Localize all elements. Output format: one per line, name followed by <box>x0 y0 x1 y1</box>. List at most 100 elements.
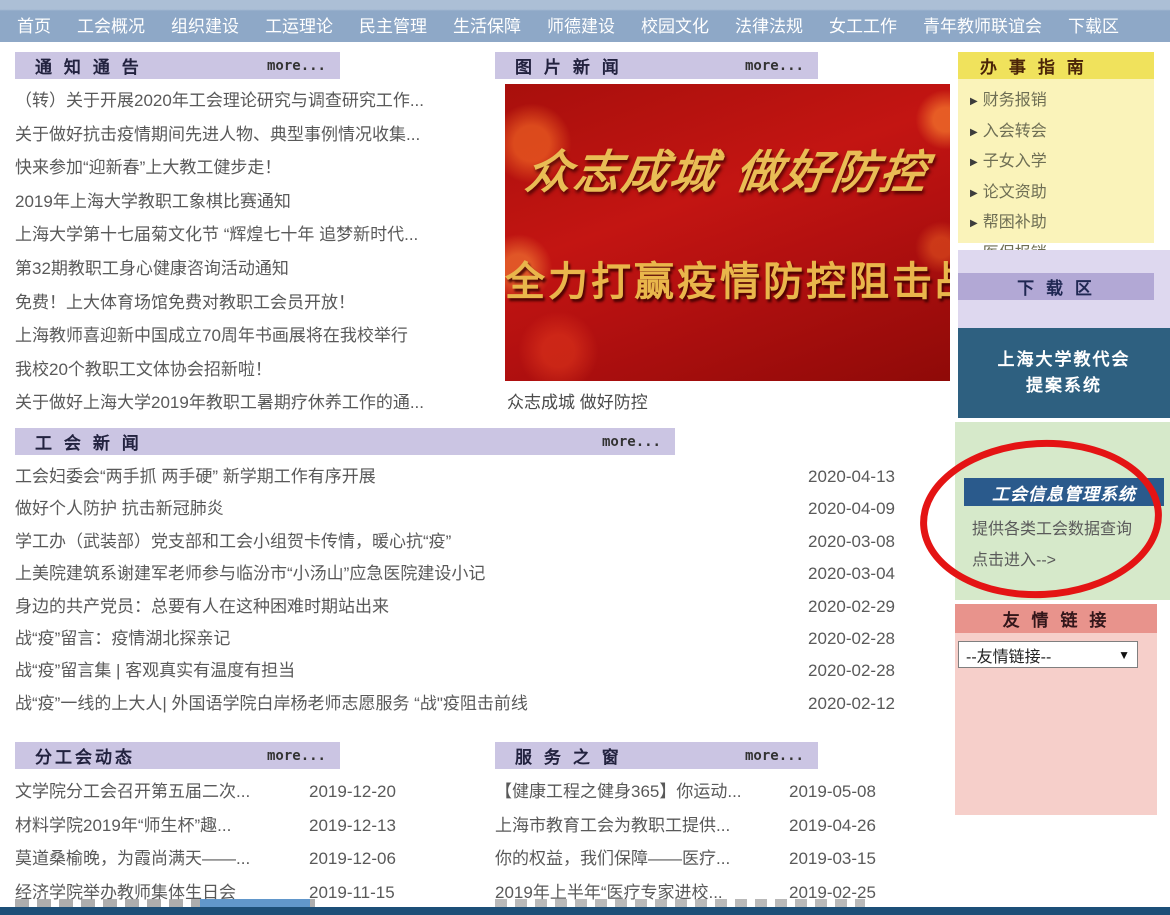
union-news-more-link[interactable]: more... <box>602 434 661 450</box>
nav-item-downloads[interactable]: 下载区 <box>1055 12 1132 37</box>
notice-link[interactable]: 第32期教职工身心健康咨询活动通知 <box>15 252 493 286</box>
notice-link[interactable]: （转）关于开展2020年工会理论研究与调查研究工作... <box>15 84 493 118</box>
service-window-list: 【健康工程之健身365】你运动... 2019-05-08 上海市教育工会为教职… <box>495 775 893 909</box>
news-link[interactable]: 文学院分工会召开第五届二次... <box>15 775 291 809</box>
news-link[interactable]: 做好个人防护 抗击新冠肺炎 <box>15 493 783 525</box>
nav-item-women[interactable]: 女工工作 <box>816 12 910 37</box>
news-row: 材料学院2019年“师生杯”趣... 2019-12-13 <box>15 809 407 843</box>
news-date: 2019-11-15 <box>309 876 405 910</box>
bullet-arrow-icon: ▶ <box>970 157 978 168</box>
news-row: 你的权益，我们保障——医疗... 2019-03-15 <box>495 842 893 876</box>
branch-news-list: 文学院分工会召开第五届二次... 2019-12-20 材料学院2019年“师生… <box>15 775 407 909</box>
news-date: 2019-12-13 <box>309 809 405 843</box>
photo-news-more-link[interactable]: more... <box>745 58 804 74</box>
nav-item-home[interactable]: 首页 <box>4 12 64 37</box>
news-link[interactable]: 身边的共产党员：总要有人在这种困难时期站出来 <box>15 591 783 623</box>
banner-slogan-line1: 众志成城 做好防控 <box>505 136 950 202</box>
branch-news-more-link[interactable]: more... <box>267 748 326 764</box>
news-row: 莫道桑榆晚，为霞尚满天——... 2019-12-06 <box>15 842 407 876</box>
notices-more-link[interactable]: more... <box>267 58 326 74</box>
guide-item-membership[interactable]: ▶ 入会转会 <box>958 117 1154 148</box>
notices-list: （转）关于开展2020年工会理论研究与调查研究工作... 关于做好抗击疫情期间先… <box>15 84 493 420</box>
notice-link[interactable]: 我校20个教职工文体协会招新啦！ <box>15 353 493 387</box>
news-row: 身边的共产党员：总要有人在这种困难时期站出来 2020-02-29 <box>15 591 895 623</box>
dropdown-selected-value: --友情链接-- <box>966 643 1051 667</box>
guide-item-hardship-aid[interactable]: ▶帮困补助 <box>958 208 1154 239</box>
news-link[interactable]: 工会妇委会“两手抓 两手硬” 新学期工作有序开展 <box>15 461 783 493</box>
news-row: 上美院建筑系谢建军老师参与临汾市“小汤山”应急医院建设小记 2020-03-04 <box>15 558 895 590</box>
news-date: 2020-02-12 <box>795 688 895 720</box>
proposal-system-line1: 上海大学教代会 <box>998 347 1131 373</box>
friend-links-dropdown[interactable]: --友情链接-- ▼ <box>958 641 1138 668</box>
guide-item-children-school[interactable]: ▶子女入学 <box>958 147 1154 178</box>
service-window-more-link[interactable]: more... <box>745 748 804 764</box>
clipped-text-row <box>495 899 865 907</box>
download-box: 下 载 区 <box>958 250 1170 328</box>
guide-item-finance[interactable]: ▶财务报销 <box>958 86 1154 117</box>
nav-item-law[interactable]: 法律法规 <box>722 12 816 37</box>
nav-item-theory[interactable]: 工运理论 <box>252 12 346 37</box>
branch-news-header: 分工会动态 more... <box>15 742 340 769</box>
union-news-list: 工会妇委会“两手抓 两手硬” 新学期工作有序开展 2020-04-13 做好个人… <box>15 461 895 720</box>
notice-link[interactable]: 免费！上大体育场馆免费对教职工会员开放！ <box>15 286 493 320</box>
notice-link[interactable]: 关于做好上海大学2019年教职工暑期疗休养工作的通... <box>15 386 493 420</box>
notice-link[interactable]: 关于做好抗击疫情期间先进人物、典型事例情况收集... <box>15 118 493 152</box>
news-date: 2020-03-08 <box>795 526 895 558</box>
bullet-arrow-icon: ▶ <box>970 96 978 107</box>
footer-bar <box>0 907 1170 915</box>
nav-item-organization[interactable]: 组织建设 <box>158 12 252 37</box>
notice-link[interactable]: 2019年上海大学教职工象棋比赛通知 <box>15 185 493 219</box>
news-link[interactable]: 战“疫”一线的上大人| 外国语学院白岸杨老师志愿服务 “战"疫阻击前线 <box>15 688 783 720</box>
news-link[interactable]: 你的权益，我们保障——医疗... <box>495 842 771 876</box>
download-header[interactable]: 下 载 区 <box>958 273 1154 300</box>
news-row: 工会妇委会“两手抓 两手硬” 新学期工作有序开展 2020-04-13 <box>15 461 895 493</box>
nav-item-overview[interactable]: 工会概况 <box>64 12 158 37</box>
nav-item-welfare[interactable]: 生活保障 <box>440 12 534 37</box>
guide-item-label: 论文资助 <box>983 184 1047 201</box>
news-row: 战“疫”一线的上大人| 外国语学院白岸杨老师志愿服务 “战"疫阻击前线 2020… <box>15 688 895 720</box>
guide-item-paper-fund[interactable]: ▶论文资助 <box>958 178 1154 209</box>
notice-link[interactable]: 上海教师喜迎新中国成立70周年书画展将在我校举行 <box>15 319 493 353</box>
guide-item-label: 帮困补助 <box>983 214 1047 231</box>
guide-title: 办 事 指 南 <box>980 53 1087 78</box>
photo-news-caption[interactable]: 众志成城 做好防控 <box>507 388 648 413</box>
news-link[interactable]: 战“疫”留言集 | 客观真实有温度有担当 <box>15 655 783 687</box>
news-link[interactable]: 上美院建筑系谢建军老师参与临汾市“小汤山”应急医院建设小记 <box>15 558 783 590</box>
friend-links-header: 友 情 链 接 <box>955 604 1157 633</box>
news-date: 2019-04-26 <box>789 809 885 843</box>
news-date: 2019-03-15 <box>789 842 885 876</box>
news-date: 2019-12-20 <box>309 775 405 809</box>
notices-title: 通 知 通 告 <box>35 53 142 78</box>
clipped-text-row <box>15 899 315 907</box>
news-link[interactable]: 材料学院2019年“师生杯”趣... <box>15 809 291 843</box>
news-date: 2020-02-28 <box>795 655 895 687</box>
guide-box: 办 事 指 南 ▶财务报销 ▶入会转会 ▶子女入学 ▶论文资助 ▶帮困补助 ▶医… <box>958 52 1154 243</box>
photo-news-header: 图 片 新 闻 more... <box>495 52 818 79</box>
dropdown-arrow-icon: ▼ <box>1118 648 1130 662</box>
proposal-system-banner[interactable]: 上海大学教代会 提案系统 <box>958 328 1170 418</box>
notice-link[interactable]: 快来参加“迎新春”上大教工健步走！ <box>15 151 493 185</box>
news-row: 文学院分工会召开第五届二次... 2019-12-20 <box>15 775 407 809</box>
news-date: 2020-04-13 <box>795 461 895 493</box>
nav-item-democracy[interactable]: 民主管理 <box>346 12 440 37</box>
news-date: 2019-12-06 <box>309 842 405 876</box>
bullet-arrow-icon: ▶ <box>970 127 978 138</box>
news-link[interactable]: 战“疫”留言：疫情湖北探亲记 <box>15 623 783 655</box>
news-link[interactable]: 学工办（武装部）党支部和工会小组贺卡传情，暖心抗“疫” <box>15 526 783 558</box>
info-system-enter-link[interactable]: 点击进入--> <box>972 546 1170 570</box>
notice-link[interactable]: 上海大学第十七届菊文化节 “辉煌七十年 追梦新时代... <box>15 218 493 252</box>
nav-item-ethics[interactable]: 师德建设 <box>534 12 628 37</box>
photo-news-banner-image[interactable]: 众志成城 做好防控 全力打赢疫情防控阻击战 <box>505 84 950 381</box>
news-link[interactable]: 【健康工程之健身365】你运动... <box>495 775 771 809</box>
info-system-title: 工会信息管理系统 <box>992 480 1136 505</box>
news-row: 上海市教育工会为教职工提供... 2019-04-26 <box>495 809 893 843</box>
nav-item-youth[interactable]: 青年教师联谊会 <box>910 12 1055 37</box>
friend-links-box: 友 情 链 接 --友情链接-- ▼ <box>955 604 1157 815</box>
proposal-system-line2: 提案系统 <box>1026 373 1102 399</box>
news-link[interactable]: 上海市教育工会为教职工提供... <box>495 809 771 843</box>
nav-item-campus-culture[interactable]: 校园文化 <box>628 12 722 37</box>
union-news-header: 工 会 新 闻 more... <box>15 428 675 455</box>
news-link[interactable]: 莫道桑榆晚，为霞尚满天——... <box>15 842 291 876</box>
info-system-banner[interactable]: 工会信息管理系统 <box>964 478 1164 506</box>
guide-item-label: 入会转会 <box>983 123 1047 140</box>
